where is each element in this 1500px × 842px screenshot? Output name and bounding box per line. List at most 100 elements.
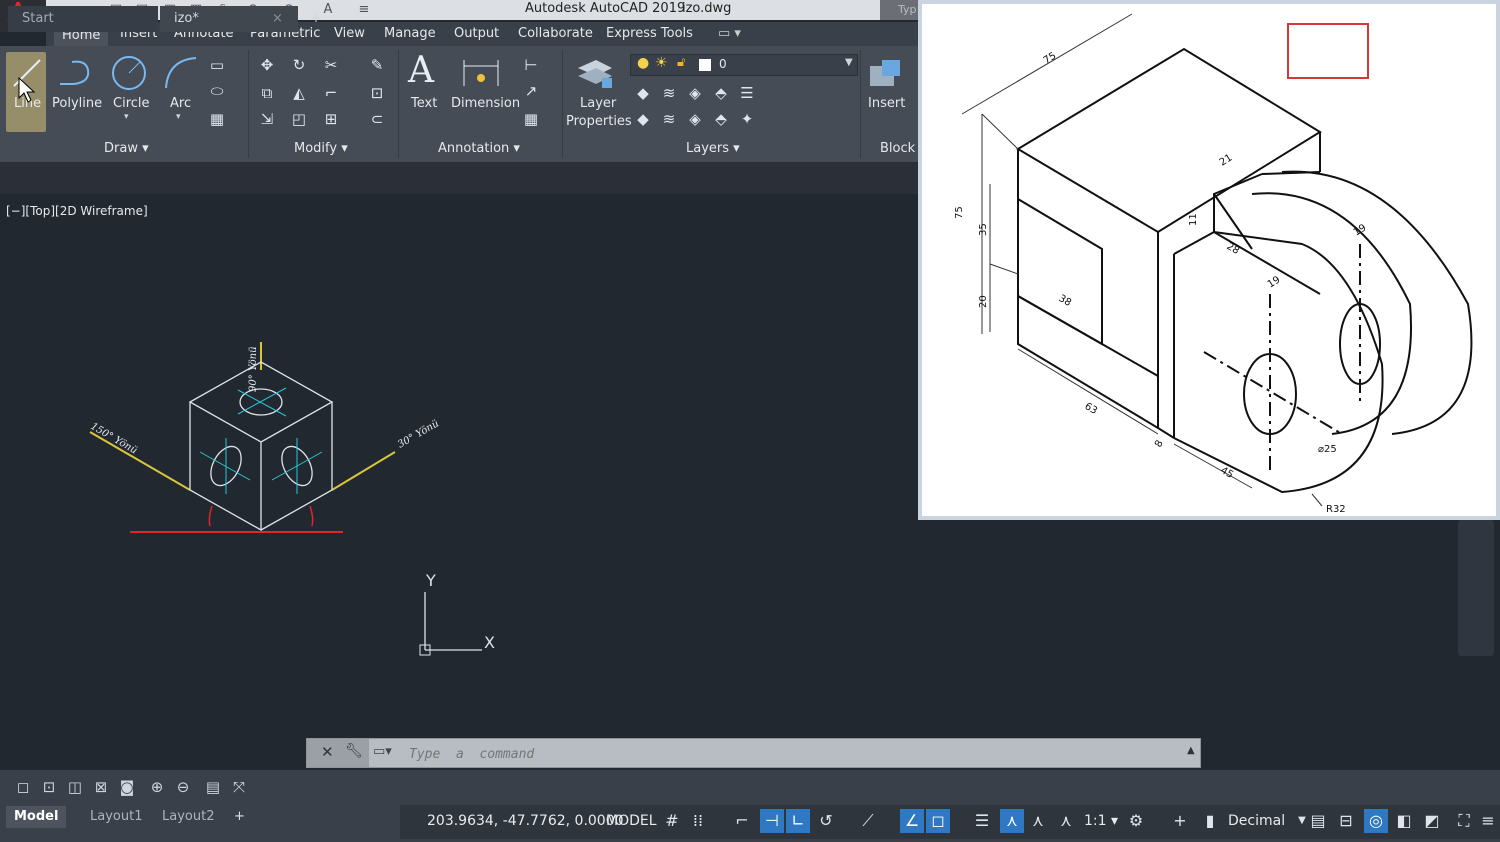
move-icon[interactable]: ✥ — [256, 56, 278, 76]
close-tab-icon[interactable]: × — [272, 6, 283, 32]
isolate-objects-icon[interactable]: ◎ — [1364, 809, 1388, 833]
cursor-coordinates[interactable]: 203.9634, -47.7762, 0.0000 — [427, 813, 624, 829]
lock-ui-icon[interactable]: ⊟ — [1334, 809, 1358, 833]
customization-menu-icon[interactable]: ≡ — [1476, 809, 1500, 833]
zoom-object-icon[interactable]: ▤ — [202, 775, 224, 799]
model-space-toggle[interactable]: MODEL — [606, 813, 657, 829]
tab-view[interactable]: View — [334, 22, 365, 46]
layer-tool-icon[interactable]: ≋ — [658, 84, 680, 104]
layer-tool-icon[interactable]: ✦ — [736, 110, 758, 130]
scale-icon[interactable]: ◰ — [288, 110, 310, 130]
annotation-scale-icon[interactable]: ⋏ — [1054, 809, 1078, 833]
offset-icon[interactable]: ⊂ — [366, 110, 388, 130]
zoom-extents-icon[interactable]: ◻ — [12, 775, 34, 799]
annotation-visibility-icon[interactable]: ⋏ — [1000, 809, 1024, 833]
ribbon-minimize-icon[interactable]: ▭ ▾ — [718, 22, 741, 46]
clean-screen-icon[interactable]: ◩ — [1420, 809, 1444, 833]
tab-manage[interactable]: Manage — [384, 22, 436, 46]
circle-button[interactable]: Circle — [113, 96, 150, 111]
layer-tool-icon[interactable]: ⬘ — [710, 110, 732, 130]
fillet-icon[interactable]: ⌐ — [320, 84, 342, 104]
close-icon[interactable]: ✕ — [321, 743, 334, 761]
command-input[interactable] — [407, 744, 1171, 764]
layer-tool-icon[interactable]: ◆ — [632, 110, 654, 130]
graphics-performance-icon[interactable]: ◧ — [1392, 809, 1416, 833]
tab-express-tools[interactable]: Express Tools — [606, 22, 693, 46]
arc-dropdown-icon[interactable]: ▾ — [176, 112, 181, 122]
navigation-bar[interactable] — [1458, 520, 1494, 656]
zoom-scale-icon[interactable]: ⤧ — [228, 775, 250, 799]
stretch-icon[interactable]: ⇲ — [256, 110, 278, 130]
tab-izo-drawing[interactable]: izo* × — [160, 6, 298, 32]
erase-icon[interactable]: ✎ — [366, 56, 388, 76]
layer-tool-icon[interactable]: ◈ — [684, 110, 706, 130]
object-snap-icon[interactable]: ◻ — [926, 809, 950, 833]
viewport-controls[interactable]: [−][Top][2D Wireframe] — [6, 204, 148, 218]
infer-constraints-icon[interactable]: ⌐ — [730, 809, 754, 833]
table-icon[interactable]: ▦ — [520, 110, 542, 130]
object-snap-tracking-icon[interactable]: ∠ — [900, 809, 924, 833]
grid-icon[interactable]: # — [660, 809, 684, 833]
rectangle-icon[interactable]: ▭ — [206, 56, 228, 76]
dynamic-input-icon[interactable]: ⊣ — [760, 809, 784, 833]
polyline-button[interactable]: Polyline — [52, 96, 102, 111]
explode-icon[interactable]: ⊡ — [366, 84, 388, 104]
mirror-icon[interactable]: ◭ — [288, 84, 310, 104]
layers-panel-label[interactable]: Layers ▾ — [686, 138, 740, 160]
modify-panel-label[interactable]: Modify ▾ — [294, 138, 348, 160]
draw-panel-label[interactable]: Draw ▾ — [104, 138, 149, 160]
text-button[interactable]: Text — [411, 96, 437, 111]
snap-mode-icon[interactable]: ⁞⁞ — [686, 809, 710, 833]
layer-tool-icon[interactable]: ☰ — [736, 84, 758, 104]
zoom-out-icon[interactable]: ⊖ — [172, 775, 194, 799]
zoom-window-icon[interactable]: ⊡ — [38, 775, 60, 799]
auto-scale-icon[interactable]: ⋏ — [1026, 809, 1050, 833]
layer-tool-icon[interactable]: ⬘ — [710, 84, 732, 104]
polar-tracking-icon[interactable]: ↺ — [814, 809, 838, 833]
block-panel-label[interactable]: Block — [880, 138, 915, 160]
arc-button[interactable]: Arc — [170, 96, 191, 111]
tab-model[interactable]: Model — [6, 806, 67, 828]
layer-tool-icon[interactable]: ◆ — [632, 84, 654, 104]
array-icon[interactable]: ⊞ — [320, 110, 342, 130]
zoom-previous-icon[interactable]: ◫ — [64, 775, 86, 799]
tab-collaborate[interactable]: Collaborate — [518, 22, 593, 46]
tab-start[interactable]: Start — [8, 6, 158, 32]
layer-tool-icon[interactable]: ◈ — [684, 84, 706, 104]
layer-dropdown[interactable]: ● ☀ 🔓︎ 0 ▼ — [630, 54, 858, 76]
customize-quick-access-icon[interactable]: ≡ — [356, 2, 372, 17]
tab-layout2[interactable]: Layout2 — [154, 806, 222, 828]
dimension-button[interactable]: Dimension — [451, 96, 520, 111]
zoom-realtime-icon[interactable]: ⊠ — [90, 775, 112, 799]
zoom-all-icon[interactable]: ◙ — [116, 775, 138, 799]
units-dropdown[interactable]: Decimal — [1228, 813, 1285, 829]
layer-properties-label-1[interactable]: Layer — [580, 96, 616, 111]
command-history-icon[interactable]: ▭▾ — [373, 744, 392, 759]
ortho-mode-icon[interactable]: ∟ — [786, 809, 810, 833]
zoom-in-icon[interactable]: ⊕ — [146, 775, 168, 799]
quick-properties-icon[interactable]: ▤ — [1306, 809, 1330, 833]
tab-output[interactable]: Output — [454, 22, 499, 46]
annotation-scale-dropdown[interactable]: 1:1 ▾ — [1084, 813, 1118, 829]
annotation-monitor-icon[interactable]: + — [1168, 809, 1192, 833]
annotation-panel-label[interactable]: Annotation ▾ — [438, 138, 520, 160]
workspace-gear-icon[interactable]: ⚙ — [1124, 809, 1148, 833]
search-box[interactable]: Typ — [880, 0, 918, 20]
rotate-icon[interactable]: ↻ — [288, 56, 310, 76]
trim-icon[interactable]: ✂ — [320, 56, 342, 76]
linear-dimension-icon[interactable]: ⊢ — [520, 56, 542, 76]
lineweight-icon[interactable]: ☰ — [970, 809, 994, 833]
fullscreen-icon[interactable]: ⛶ — [1452, 809, 1476, 833]
add-layout-button[interactable]: + — [226, 806, 253, 828]
layer-properties-label-2[interactable]: Properties — [566, 114, 632, 129]
circle-dropdown-icon[interactable]: ▾ — [124, 112, 129, 122]
hatch-icon[interactable]: ▦ — [206, 110, 228, 130]
chevron-up-icon[interactable]: ▲ — [1187, 745, 1195, 756]
copy-icon[interactable]: ⧉ — [256, 84, 278, 104]
insert-button[interactable]: Insert — [868, 96, 905, 111]
layer-tool-icon[interactable]: ≋ — [658, 110, 680, 130]
customize-wrench-icon[interactable]: 🔧︎ — [345, 743, 363, 759]
new-tab-button[interactable]: + — [304, 6, 328, 32]
isometric-drafting-icon[interactable]: ⟋ — [856, 809, 880, 833]
ellipse-icon[interactable]: ⬭ — [206, 82, 228, 102]
